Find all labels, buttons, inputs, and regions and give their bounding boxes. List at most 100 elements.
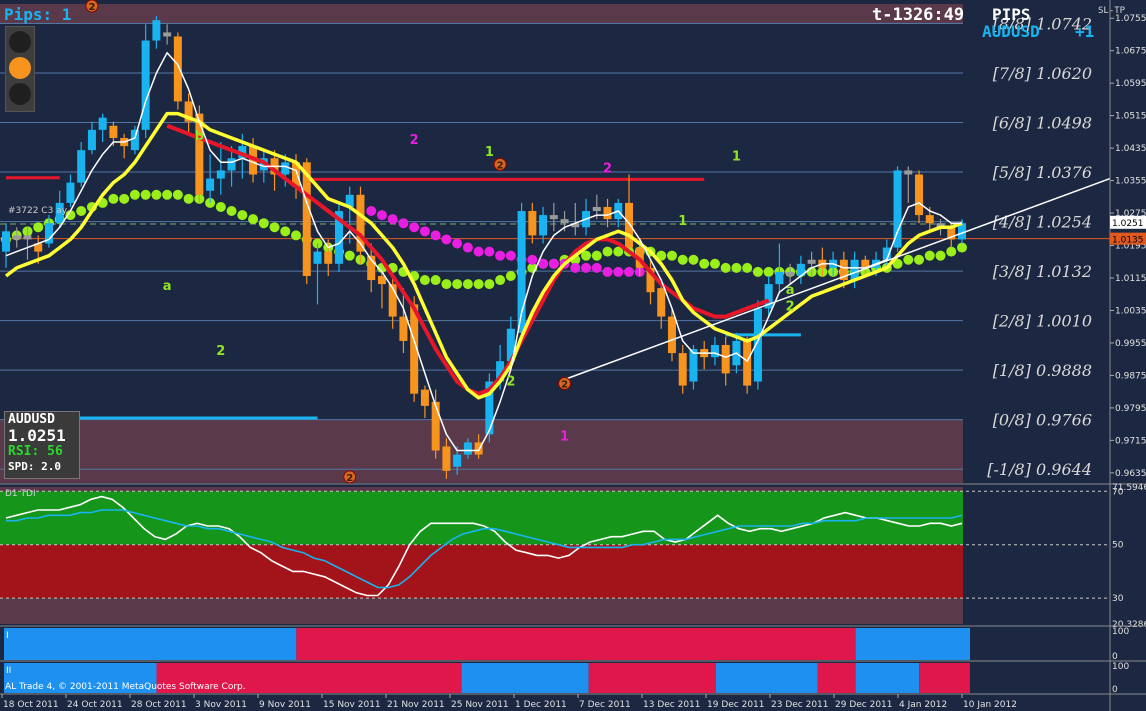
candle-body xyxy=(313,251,322,264)
copyright-label: AL Trade 4, © 2001-2011 MetaQuotes Softw… xyxy=(5,682,246,692)
magenta-dot xyxy=(452,238,463,249)
lime-dot xyxy=(709,258,720,269)
indicator-2-segment xyxy=(855,663,920,693)
murrey-label: [3/8] 1.0132 xyxy=(993,262,1092,281)
candle-body xyxy=(710,344,719,358)
time-tick-label: 29 Dec 2011 xyxy=(835,700,893,710)
candle-body xyxy=(904,170,913,175)
lime-dot xyxy=(946,246,957,257)
lime-dot xyxy=(269,222,280,233)
candle-body xyxy=(657,288,666,317)
candle-body xyxy=(678,353,687,386)
info-spread: SPD: 2.0 xyxy=(8,460,61,473)
lime-dot xyxy=(666,250,677,261)
lime-dot xyxy=(226,206,237,217)
candle-body xyxy=(420,389,429,406)
time-tick-label: 7 Dec 2011 xyxy=(579,700,631,710)
time-tick-label: 25 Nov 2011 xyxy=(451,700,509,710)
magenta-dot xyxy=(527,254,538,265)
murrey-label: [2/8] 1.0010 xyxy=(993,312,1092,331)
candle-body xyxy=(431,401,440,451)
magenta-dot xyxy=(624,266,635,277)
lime-dot xyxy=(215,201,226,212)
lime-dot xyxy=(430,275,441,286)
lime-dot xyxy=(677,254,688,265)
lime-dot xyxy=(172,189,183,200)
time-tick-label: 3 Nov 2011 xyxy=(195,700,247,710)
lime-dot xyxy=(924,250,935,261)
ask-price-label: 1.0135 xyxy=(1112,236,1144,246)
candle-body xyxy=(786,271,795,276)
wave-label: 2 xyxy=(216,344,225,359)
indicator-1-segment xyxy=(296,628,856,660)
lime-dot xyxy=(76,206,87,217)
time-tick-label: 15 Nov 2011 xyxy=(323,700,381,710)
time-tick-label: 9 Nov 2011 xyxy=(259,700,311,710)
candle-body xyxy=(324,251,333,264)
candle-body xyxy=(163,32,172,37)
candle-body xyxy=(893,170,902,248)
wave-label: 1 xyxy=(678,214,687,229)
lime-dot xyxy=(742,262,753,273)
lime-dot xyxy=(441,279,452,290)
lime-dot xyxy=(151,189,162,200)
magenta-dot xyxy=(398,218,409,229)
symbol-label: AUDUSD xyxy=(982,22,1040,41)
indicator-1-segment xyxy=(855,628,970,660)
candle-body xyxy=(539,215,548,236)
price-tick-label: 1.0435 xyxy=(1115,144,1146,154)
candle-body xyxy=(216,170,225,179)
lime-dot xyxy=(505,270,516,281)
lime-dot xyxy=(720,262,731,273)
candle-body xyxy=(2,231,10,252)
price-tick-label: 1.0675 xyxy=(1115,47,1146,57)
indicator-2-segment xyxy=(461,663,589,693)
magenta-dot xyxy=(581,262,592,273)
lime-dot xyxy=(108,193,119,204)
candle-body xyxy=(109,125,118,138)
lime-dot xyxy=(602,246,613,257)
candle-body xyxy=(141,40,150,130)
wave-label: b xyxy=(195,129,204,144)
candle-body xyxy=(66,182,75,203)
magenta-dot xyxy=(495,250,506,261)
tdi-green-zone xyxy=(0,491,963,545)
candle-body xyxy=(98,117,107,130)
murrey-label: [7/8] 1.0620 xyxy=(993,64,1092,83)
wave-label: 1 xyxy=(485,145,494,160)
chart-canvas[interactable]: [8/8] 1.0742[7/8] 1.0620[6/8] 1.0498[5/8… xyxy=(0,0,1146,711)
price-tick-label: 0.9715 xyxy=(1115,436,1146,446)
symbol-pips: +1 xyxy=(1075,22,1095,41)
murrey-label: [4/8] 1.0254 xyxy=(993,213,1092,232)
candle-body xyxy=(775,271,784,285)
time-tick-label: 13 Dec 2011 xyxy=(643,700,701,710)
magenta-dot xyxy=(505,250,516,261)
pips-counter: Pips: 1 xyxy=(4,5,72,24)
indicator-2-title: II xyxy=(6,666,11,676)
magenta-dot xyxy=(473,246,484,257)
candle-body xyxy=(560,219,569,224)
lime-dot xyxy=(935,250,946,261)
lime-dot xyxy=(462,279,473,290)
indicator-2-segment xyxy=(588,663,716,693)
price-tick-label: 0.9875 xyxy=(1115,371,1146,381)
lime-dot xyxy=(903,254,914,265)
time-tick-label: 10 Jan 2012 xyxy=(963,700,1017,710)
sltp-label: SL-TP xyxy=(1098,6,1126,16)
lime-dot xyxy=(119,193,130,204)
tdi-tick-label: 70 xyxy=(1112,487,1124,497)
magenta-dot xyxy=(602,266,613,277)
price-tick-label: 1.0515 xyxy=(1115,112,1146,122)
candle-body xyxy=(549,215,558,220)
wave-label: 2 xyxy=(786,299,795,314)
candle-body xyxy=(87,129,96,151)
lime-dot xyxy=(280,226,291,237)
candle-body xyxy=(442,446,451,471)
lime-dot xyxy=(183,193,194,204)
murrey-label: [-1/8] 0.9644 xyxy=(987,460,1092,479)
swing-marker-label: 2 xyxy=(88,2,95,13)
lime-dot xyxy=(591,250,602,261)
price-tick-label: 1.0595 xyxy=(1115,79,1146,89)
lime-dot xyxy=(419,275,430,286)
lime-dot xyxy=(291,230,302,241)
